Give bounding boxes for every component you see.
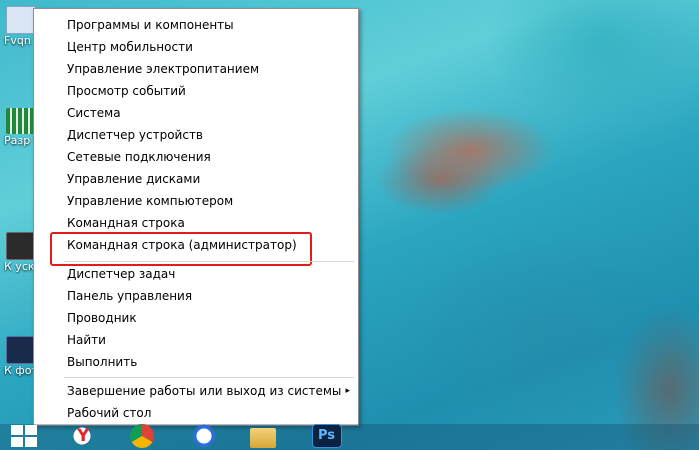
app-icon [6, 108, 34, 134]
chrome-icon[interactable] [130, 424, 154, 448]
desktop-icon-label: Fvqn [4, 34, 31, 47]
menu-item-search[interactable]: Найти [34, 329, 358, 351]
menu-item-device-manager[interactable]: Диспетчер устройств [34, 124, 358, 146]
menu-item-shutdown-or-sign-out[interactable]: Завершение работы или выход из системы ▸ [34, 380, 358, 402]
desktop-icon-monitor[interactable]: К уско [0, 232, 36, 274]
menu-item-label: Завершение работы или выход из системы [67, 384, 342, 398]
menu-item-network-connections[interactable]: Сетевые подключения [34, 146, 358, 168]
menu-item-control-panel[interactable]: Панель управления [34, 285, 358, 307]
desktop-icon-label: Разр сост [4, 134, 36, 147]
start-button[interactable] [10, 424, 38, 448]
menu-separator [64, 377, 354, 378]
windows-logo-pane [25, 425, 37, 435]
yandex-icon[interactable] [68, 424, 96, 448]
menu-item-programs-and-features[interactable]: Программы и компоненты [34, 14, 358, 36]
menu-item-computer-management[interactable]: Управление компьютером [34, 190, 358, 212]
menu-item-task-manager[interactable]: Диспетчер задач [34, 263, 358, 285]
windows-logo-pane [11, 437, 23, 447]
menu-item-power-options[interactable]: Управление электропитанием [34, 58, 358, 80]
windows-logo-icon [11, 425, 23, 435]
menu-item-desktop[interactable]: Рабочий стол [34, 402, 358, 424]
menu-item-command-prompt-admin[interactable]: Командная строка (администратор) [34, 234, 358, 256]
document-icon [6, 6, 36, 34]
menu-item-disk-management[interactable]: Управление дисками [34, 168, 358, 190]
submenu-arrow-icon: ▸ [345, 386, 350, 396]
desktop-icon-photo[interactable]: К фото [0, 336, 36, 378]
desktop-icon-app[interactable]: Разр сост [0, 108, 36, 148]
thunderbird-icon[interactable] [190, 424, 218, 448]
desktop-icon-label: К уско [4, 260, 36, 273]
desktop-icon-label: К фото [4, 364, 36, 377]
windows-logo-pane [25, 437, 37, 447]
menu-item-command-prompt[interactable]: Командная строка [34, 212, 358, 234]
folder-icon[interactable] [250, 428, 276, 448]
winx-context-menu: Программы и компоненты Центр мобильности… [33, 8, 359, 426]
monitor-icon [6, 232, 36, 260]
menu-item-file-explorer[interactable]: Проводник [34, 307, 358, 329]
menu-separator [64, 261, 354, 262]
taskbar [0, 424, 699, 450]
menu-item-system[interactable]: Система [34, 102, 358, 124]
menu-item-run[interactable]: Выполнить [34, 351, 358, 373]
photo-icon [6, 336, 36, 364]
menu-item-event-viewer[interactable]: Просмотр событий [34, 80, 358, 102]
photoshop-icon[interactable] [312, 424, 342, 448]
menu-item-mobility-center[interactable]: Центр мобильности [34, 36, 358, 58]
desktop-icon-document[interactable]: Fvqn [0, 6, 36, 48]
